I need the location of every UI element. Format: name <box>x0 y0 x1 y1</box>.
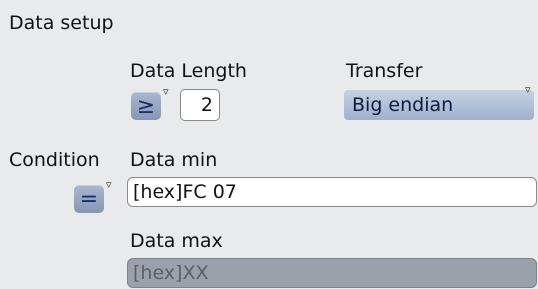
data-length-input[interactable]: 2 <box>180 89 220 121</box>
data-min-input[interactable]: [hex]FC 07 <box>127 177 537 207</box>
data-length-operator-button[interactable]: ≥ <box>131 92 161 120</box>
data-max-input: [hex]XX <box>127 258 537 288</box>
transfer-label: Transfer <box>346 60 423 82</box>
section-title: Data setup <box>9 12 114 34</box>
condition-label: Condition <box>9 149 100 171</box>
data-length-label: Data Length <box>130 60 247 82</box>
transfer-select[interactable]: Big endian <box>344 90 534 120</box>
transfer-dropdown-icon: ▿ <box>525 83 531 96</box>
condition-operator-button[interactable]: = <box>74 185 104 213</box>
dropdown-triangle-icon: ▿ <box>106 178 112 191</box>
operator-symbol: = <box>79 186 99 212</box>
dropdown-triangle-icon: ▿ <box>163 85 169 98</box>
transfer-selected-value: Big endian <box>352 94 454 116</box>
operator-symbol: ≥ <box>136 93 156 119</box>
data-min-label: Data min <box>130 149 218 171</box>
data-max-label: Data max <box>130 230 223 252</box>
